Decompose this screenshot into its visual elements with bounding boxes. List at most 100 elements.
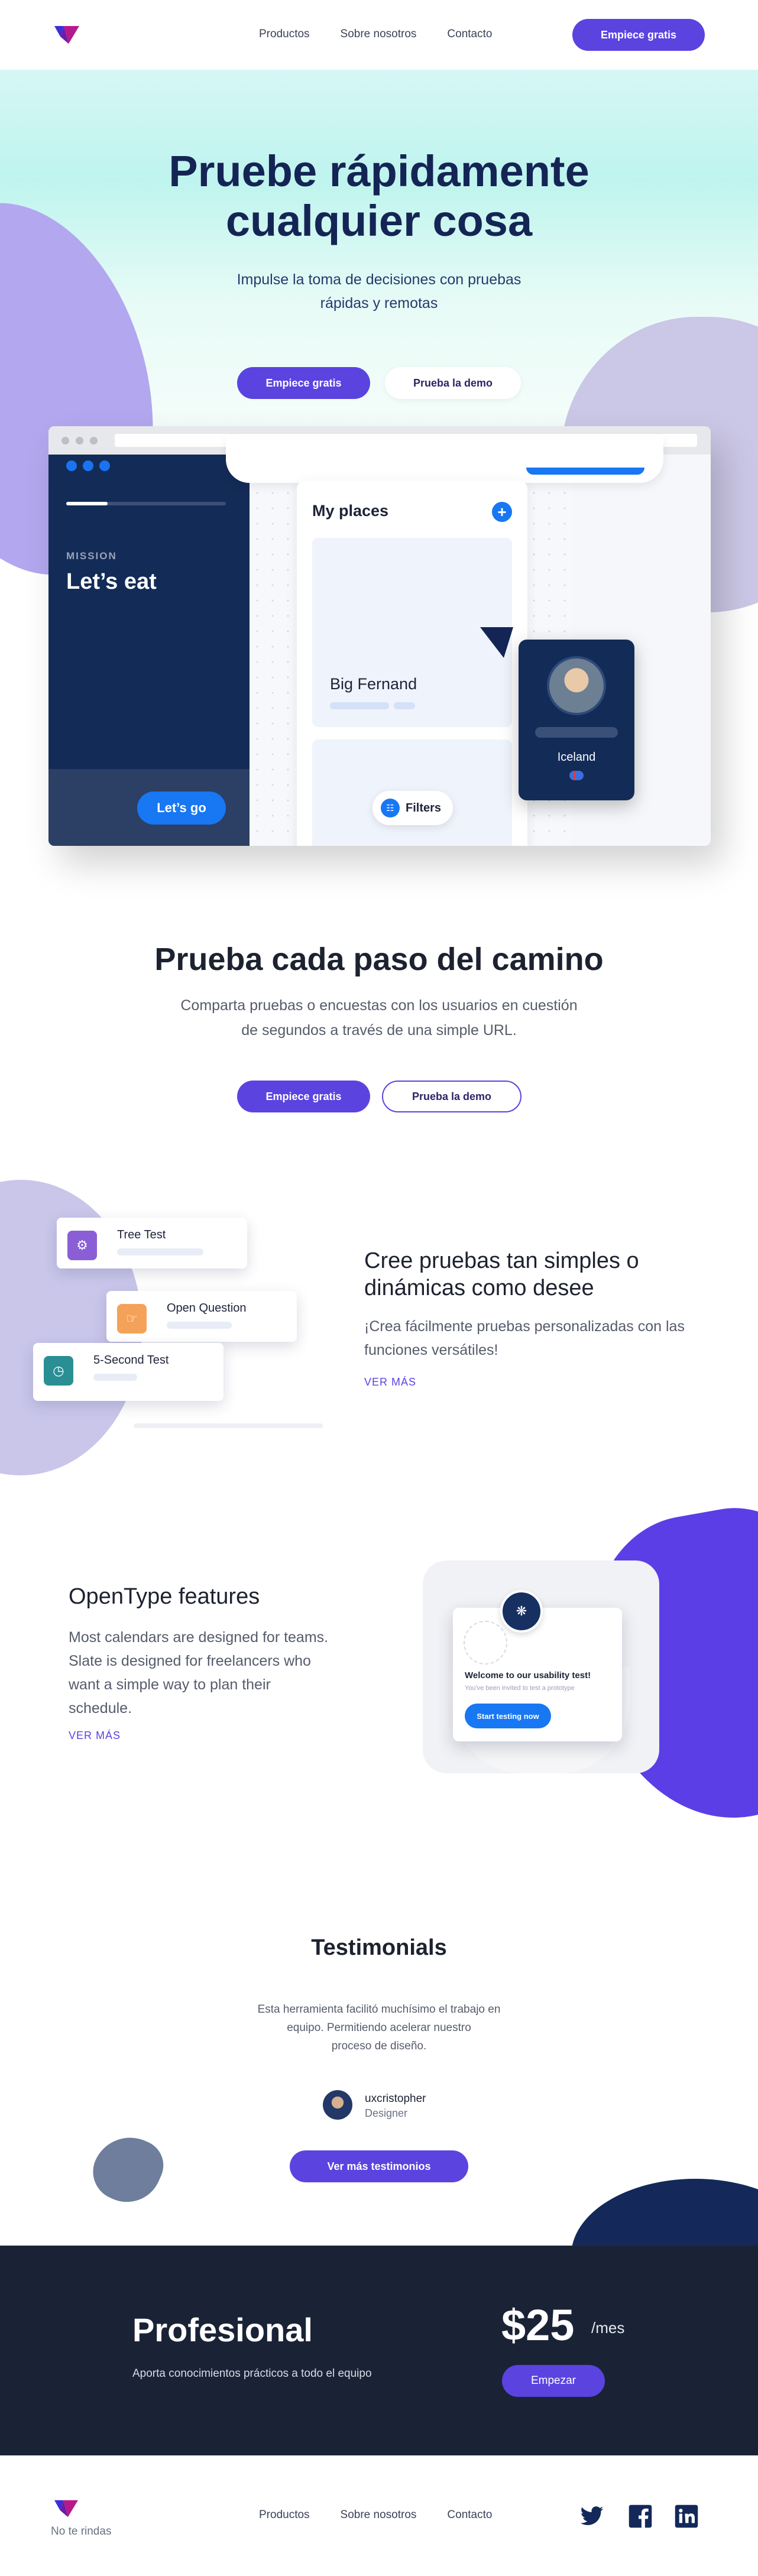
nav-link-sobre-nosotros[interactable]: Sobre nosotros xyxy=(341,28,417,41)
mission-step-dot xyxy=(99,460,110,471)
test-type-card: ☞ Open Question xyxy=(106,1291,297,1342)
quote-line: equipo. Permitiendo acelerar nuestro xyxy=(287,2022,471,2034)
add-place-button[interactable]: + xyxy=(492,502,512,522)
feature-text-line: want a simple way to plan their xyxy=(69,1676,271,1693)
section-signup-button[interactable]: Empiece gratis xyxy=(237,1081,370,1112)
mission-progress-fill xyxy=(66,502,108,505)
testimonial-role: Designer xyxy=(365,2107,408,2119)
twitter-icon[interactable] xyxy=(579,2504,604,2529)
five-second-test-icon: ◷ xyxy=(44,1356,73,1386)
start-plan-button[interactable]: Empezar xyxy=(502,2365,605,2397)
invite-text: You've been invited to test a prototype xyxy=(465,1685,575,1692)
window-dot xyxy=(90,437,98,445)
test-type-name: Tree Test xyxy=(117,1228,166,1241)
test-type-bar xyxy=(117,1248,203,1255)
test-type-bar xyxy=(167,1322,232,1329)
hero-section: Pruebe rápidamente cualquier cosa Impuls… xyxy=(0,70,758,856)
decor-blob xyxy=(84,2126,171,2213)
invite-title: Welcome to our usability test! xyxy=(465,1670,591,1680)
test-type-name: Open Question xyxy=(167,1302,247,1315)
feature-text-line1: ¡Crea fácilmente pruebas personalizadas … xyxy=(364,1318,685,1335)
lets-go-button[interactable]: Let’s go xyxy=(137,791,226,825)
profile-name-bar xyxy=(535,727,618,738)
hero-title-line2: cualquier cosa xyxy=(225,196,533,245)
hero-signup-button[interactable]: Empiece gratis xyxy=(237,367,370,399)
feature-text: Most calendars are designed for teams. S… xyxy=(69,1626,352,1720)
footer-link-sobre-nosotros[interactable]: Sobre nosotros xyxy=(341,2509,417,2522)
testimonial-author: uxcristopher xyxy=(365,2092,426,2105)
window-dot xyxy=(61,437,69,445)
nav-link-contacto[interactable]: Contacto xyxy=(447,28,492,41)
feature-heading-line1: Cree pruebas tan simples o xyxy=(364,1248,639,1273)
hero-demo-button[interactable]: Prueba la demo xyxy=(385,367,521,399)
section-subtitle-line2: de segundos a través de una simple URL. xyxy=(241,1022,517,1039)
quote-line: Esta herramienta facilitó muchísimo el t… xyxy=(257,2003,501,2016)
hero-title: Pruebe rápidamente cualquier cosa xyxy=(0,147,758,246)
footer-link-productos[interactable]: Productos xyxy=(259,2509,310,2522)
feature-heading-line2: dinámicas como desee xyxy=(364,1276,594,1300)
mission-progress-bar xyxy=(66,502,226,505)
tree-test-icon: ⚙ xyxy=(67,1231,97,1260)
brand-avatar-icon: ❋ xyxy=(500,1590,543,1633)
section-subtitle: Comparta pruebas o encuestas con los usu… xyxy=(148,993,610,1043)
mission-label: MISSION xyxy=(66,550,117,562)
top-sheet-button xyxy=(526,468,644,475)
places-panel: My places + Big Fernand ☷ Filters xyxy=(297,481,527,846)
feature-text-line: Slate is designed for freelancers who xyxy=(69,1653,311,1669)
feature-heading: Cree pruebas tan simples o dinámicas com… xyxy=(364,1247,695,1302)
filter-icon: ☷ xyxy=(381,799,400,817)
testimonials-heading: Testimonials xyxy=(311,1935,447,1960)
feature-text-line: schedule. xyxy=(69,1700,132,1717)
test-type-card: ⚙ Tree Test xyxy=(57,1218,247,1268)
footer-tagline: No te rindas xyxy=(51,2525,112,2538)
nav-signup-button[interactable]: Empiece gratis xyxy=(572,19,705,51)
place-name: Big Fernand xyxy=(330,675,417,693)
feature-heading: OpenType features xyxy=(69,1584,260,1609)
start-testing-button[interactable]: Start testing now xyxy=(465,1704,551,1728)
footer-links: Productos Sobre nosotros Contacto xyxy=(259,2509,492,2522)
footer-link-contacto[interactable]: Contacto xyxy=(447,2509,492,2522)
quote-line: proceso de diseño. xyxy=(331,2040,427,2052)
section-subtitle-line1: Comparta pruebas o encuestas con los usu… xyxy=(180,997,578,1014)
placeholder-circle xyxy=(464,1621,507,1665)
linkedin-icon[interactable] xyxy=(674,2504,699,2529)
filters-button[interactable]: ☷ Filters xyxy=(372,791,453,825)
test-type-bar xyxy=(93,1374,137,1381)
nav-links: Productos Sobre nosotros Contacto xyxy=(259,28,492,41)
flag-icon xyxy=(569,771,584,780)
landing-page: Productos Sobre nosotros Contacto Empiec… xyxy=(0,0,758,2576)
see-more-link[interactable]: VER MÁS xyxy=(69,1730,121,1742)
feature-text: ¡Crea fácilmente pruebas personalizadas … xyxy=(364,1315,707,1362)
logo-icon[interactable] xyxy=(54,2500,78,2517)
test-type-name: 5-Second Test xyxy=(93,1354,169,1367)
profile-country: Iceland xyxy=(557,751,596,764)
cursor-icon xyxy=(480,627,513,658)
more-testimonials-button[interactable]: Ver más testimonios xyxy=(290,2150,468,2182)
facebook-icon[interactable] xyxy=(628,2504,653,2529)
plan-period: /mes xyxy=(591,2319,625,2337)
see-more-link[interactable]: VER MÁS xyxy=(364,1376,416,1388)
hero-subtitle: Impulse la toma de decisiones con prueba… xyxy=(202,268,556,315)
plan-name: Profesional xyxy=(132,2311,313,2348)
top-sheet xyxy=(226,436,663,483)
hero-subtitle-line2: rápidas y remotas xyxy=(320,295,438,312)
feature-text-line2: funciones versátiles! xyxy=(364,1342,498,1358)
feature-text-line: Most calendars are designed for teams. xyxy=(69,1629,329,1646)
plan-price: $25 xyxy=(501,2301,575,2350)
places-title: My places xyxy=(312,502,389,520)
avatar xyxy=(547,656,606,715)
pricing-band: Profesional Aporta conocimientos práctic… xyxy=(0,2246,758,2455)
filters-label: Filters xyxy=(406,801,442,815)
section-title: Prueba cada paso del camino xyxy=(154,942,604,977)
profile-card: Iceland xyxy=(519,640,634,800)
mission-step-dot xyxy=(83,460,93,471)
section-demo-button[interactable]: Prueba la demo xyxy=(382,1081,521,1112)
nav-link-productos[interactable]: Productos xyxy=(259,28,310,41)
app-preview-window: MISSION Let’s eat Let’s go My places + B… xyxy=(48,426,711,846)
testimonial-quote: Esta herramienta facilitó muchísimo el t… xyxy=(237,2000,521,2055)
avatar xyxy=(323,2090,352,2120)
top-nav: Productos Sobre nosotros Contacto Empiec… xyxy=(0,0,758,70)
mission-panel: MISSION Let’s eat Let’s go xyxy=(48,455,250,846)
mission-title: Let’s eat xyxy=(66,569,157,594)
logo-icon[interactable] xyxy=(54,26,79,44)
